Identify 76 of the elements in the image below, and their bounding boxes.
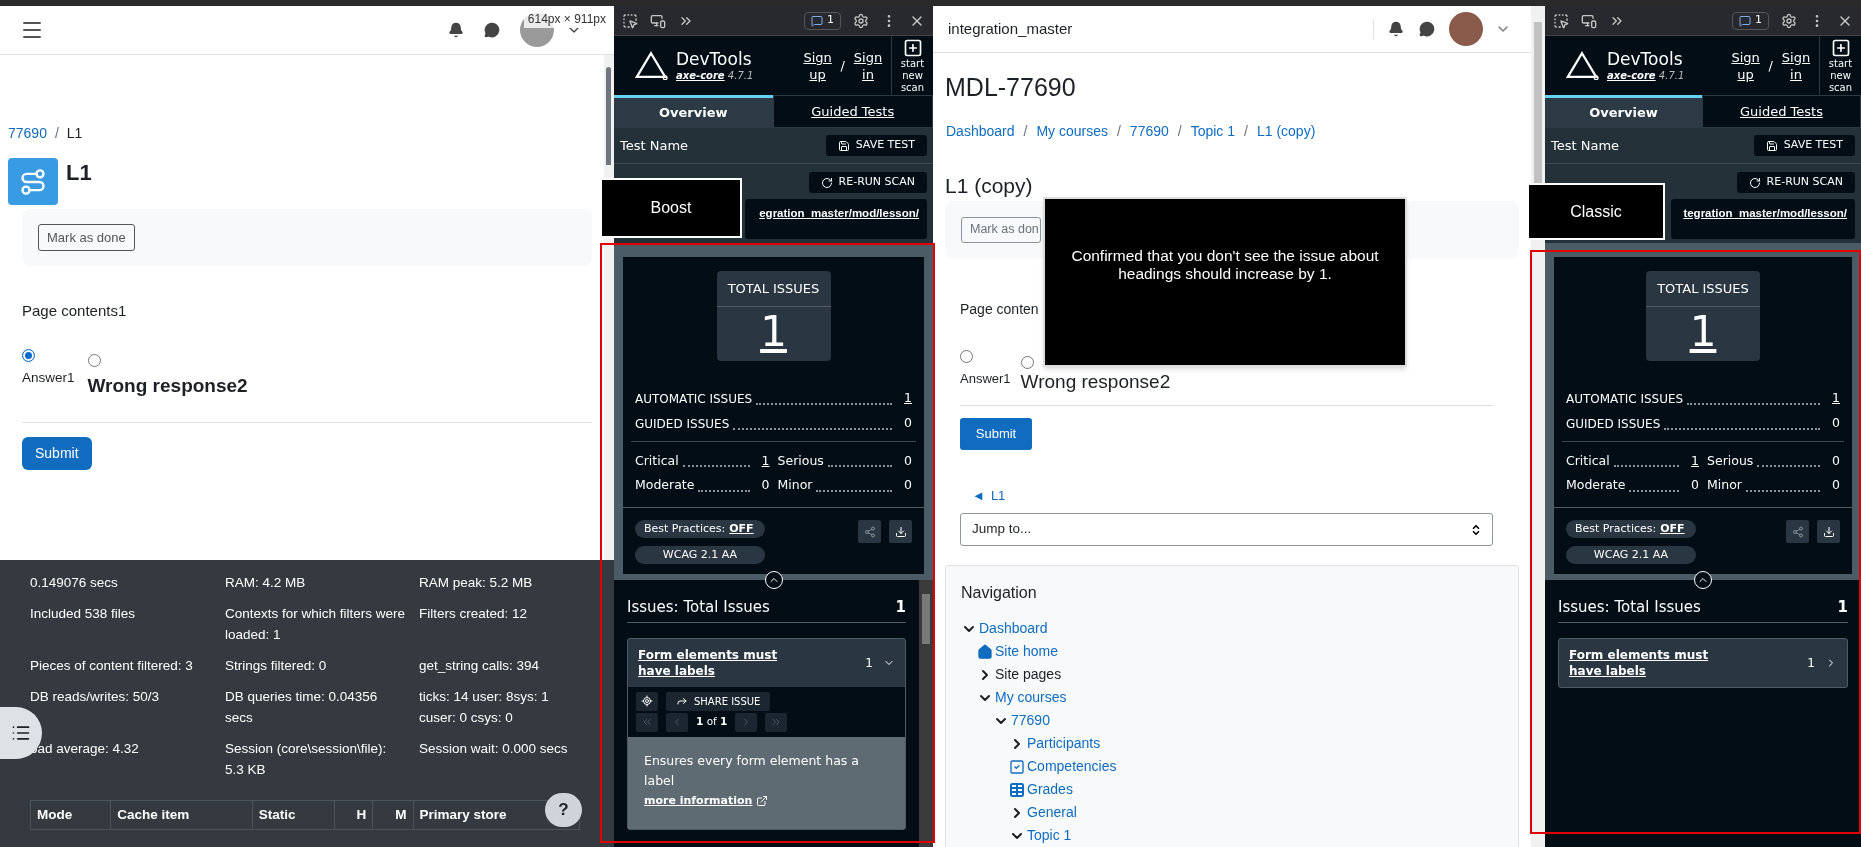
issue-count: 0 bbox=[1831, 451, 1840, 470]
performance-stat: Filters created: 12 bbox=[419, 605, 529, 623]
performance-stat: DB reads/writes: 50/3 bbox=[30, 688, 161, 706]
issue-count: 0 bbox=[903, 476, 912, 495]
engine-version: 4.7.1 bbox=[1658, 69, 1685, 81]
answer-label: Answer1 bbox=[22, 368, 75, 387]
page-text: Page conten bbox=[960, 299, 1039, 319]
field-label: Test Name bbox=[620, 136, 689, 155]
issue-count-label: GUIDED ISSUES bbox=[1566, 415, 1661, 433]
issue-count-label: Critical bbox=[635, 451, 679, 470]
issue-count: 1 bbox=[865, 654, 873, 672]
issue-count-label: AUTOMATIC ISSUES bbox=[635, 390, 753, 408]
column-header: Static bbox=[252, 800, 335, 830]
performance-stat: 0.149076 secs bbox=[30, 574, 119, 592]
card-label: TOTAL ISSUES bbox=[1646, 271, 1760, 307]
performance-stat: RAM: 4.2 MB bbox=[225, 574, 307, 592]
brand-name: DevTools bbox=[676, 50, 753, 68]
performance-stat: Pieces of content filtered: 3 bbox=[30, 657, 194, 675]
performance-stat: Session wait: 0.000 secs bbox=[419, 740, 569, 758]
issue-description: Ensures every form element has a label bbox=[644, 751, 860, 790]
answer-label: Answer1 bbox=[960, 369, 1011, 388]
link-separator: / bbox=[1768, 56, 1773, 75]
card-label: TOTAL ISSUES bbox=[716, 271, 831, 307]
pager-text: 1 of 1 bbox=[696, 714, 728, 730]
performance-stat: Session (core\session\file): 5.3 KB bbox=[225, 740, 388, 779]
activity-title: L1 (copy) bbox=[945, 172, 1034, 199]
breadcrumb-current: L1 bbox=[66, 124, 83, 143]
course-title: MDL-77690 bbox=[945, 72, 1077, 103]
issue-count: 0 bbox=[903, 413, 912, 432]
issue-count-label: AUTOMATIC ISSUES bbox=[1566, 390, 1684, 408]
link-separator: / bbox=[840, 56, 845, 75]
issues-heading: Issues: Total Issues bbox=[627, 597, 770, 618]
issue-count: 0 bbox=[760, 476, 770, 495]
issue-count: 1 bbox=[1807, 654, 1815, 672]
block-title: Navigation bbox=[961, 583, 1038, 603]
issue-count-label: Minor bbox=[777, 476, 813, 495]
field-label: Test Name bbox=[1551, 136, 1620, 155]
annotation-text: Boost bbox=[650, 198, 692, 218]
issue-count: 0 bbox=[1831, 476, 1840, 495]
issue-count-label: Serious bbox=[1707, 451, 1754, 470]
page-title: L1 bbox=[66, 162, 92, 184]
issue-count-label: Moderate bbox=[1566, 476, 1626, 495]
performance-stat: get_string calls: 394 bbox=[419, 657, 541, 675]
performance-stat: ticks: 14 user: 8sys: 1 cuser: 0 csys: 0 bbox=[419, 688, 550, 727]
performance-stat: Contexts for which filters were loaded: 1 bbox=[225, 605, 407, 644]
breadcrumb-separator: / bbox=[1244, 121, 1248, 141]
issues-count: 1 bbox=[1837, 597, 1848, 618]
brand-name: DevTools bbox=[1607, 50, 1684, 68]
performance-stat: RAM peak: 5.2 MB bbox=[419, 574, 534, 592]
issues-count: 1 bbox=[895, 597, 906, 618]
annotation-text: Confirmed that you don't see the issue about headings should increase by 1. bbox=[1070, 247, 1380, 283]
issue-count: 0 bbox=[1831, 413, 1840, 432]
breadcrumb-separator: / bbox=[1023, 121, 1028, 141]
column-header: Mode bbox=[30, 800, 111, 830]
column-header: M bbox=[372, 800, 414, 830]
issue-count-label: Serious bbox=[777, 451, 824, 470]
answer-label: Wrong response2 bbox=[87, 373, 248, 398]
issue-count: 0 bbox=[903, 451, 912, 470]
answer-label: Wrong response2 bbox=[1020, 370, 1171, 393]
breadcrumb-separator: / bbox=[1177, 121, 1182, 141]
issue-count-label: Critical bbox=[1566, 451, 1610, 470]
performance-stat: Included 538 files bbox=[30, 605, 137, 623]
issue-count-label: Moderate bbox=[635, 476, 695, 495]
issue-count-label: Minor bbox=[1707, 476, 1742, 495]
page-text: Page contents1 bbox=[22, 301, 128, 321]
column-header: H bbox=[334, 800, 373, 830]
performance-stat: DB queries time: 0.04356 secs bbox=[225, 688, 379, 727]
engine-version: 4.7.1 bbox=[727, 69, 754, 81]
breadcrumb-separator: / bbox=[1116, 121, 1121, 141]
performance-stat: Strings filtered: 0 bbox=[225, 657, 328, 675]
breadcrumb-separator: / bbox=[54, 124, 59, 143]
column-header: Cache item bbox=[110, 800, 253, 830]
issue-count: 0 bbox=[1690, 476, 1699, 495]
annotation-text: Classic bbox=[1570, 201, 1622, 222]
issue-count-label: GUIDED ISSUES bbox=[635, 415, 730, 433]
issues-heading: Issues: Total Issues bbox=[1558, 597, 1701, 618]
